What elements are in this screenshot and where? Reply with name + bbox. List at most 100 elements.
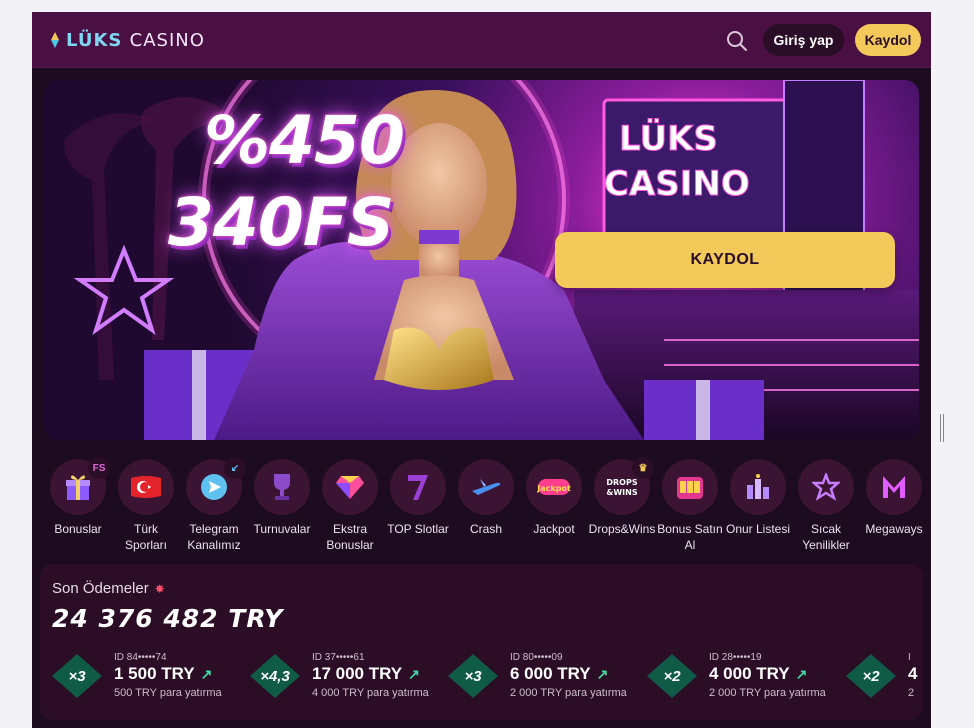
- category-icon-wrap: [662, 459, 718, 515]
- category-icon-wrap: [390, 459, 446, 515]
- payment-amount: 6 000 TRY ↗: [510, 664, 608, 684]
- payment-deposit: 4 000 TRY para yatırma: [312, 687, 429, 699]
- star-icon: [812, 473, 840, 501]
- diamond-icon: [336, 476, 364, 499]
- crown-badge-icon: ♛: [632, 457, 654, 479]
- sign-text-2: CASINO: [604, 164, 750, 204]
- live-indicator-icon: ✸: [154, 581, 165, 596]
- payments-title: Son Ödemeler ✸: [52, 580, 165, 597]
- category-jackpot[interactable]: Jackpot Jackpot: [520, 459, 588, 537]
- category-label: Bonus Satın Al: [657, 522, 723, 552]
- category-icon-wrap: Jackpot: [526, 459, 582, 515]
- login-button[interactable]: Giriş yap: [763, 24, 844, 56]
- category-onur-listesi[interactable]: Onur Listesi: [724, 459, 792, 537]
- svg-text:DROPS: DROPS: [606, 478, 637, 487]
- jackpot-icon: Jackpot: [537, 479, 571, 495]
- category-turk-sporlari[interactable]: Türk Sporları: [112, 459, 180, 553]
- arrow-up-right-icon: ↗: [408, 666, 420, 682]
- category-megaways[interactable]: Megaways: [860, 459, 928, 537]
- category-label: Turnuvalar: [253, 522, 311, 536]
- payments-title-text: Son Ödemeler: [52, 580, 149, 597]
- category-label: Megaways: [865, 522, 923, 536]
- slot-machine-icon: [677, 477, 703, 499]
- payment-item[interactable]: ×3 ID 80•••••09 6 000 TRY ↗ 2 000 TRY par…: [448, 652, 638, 700]
- category-bonus-satin-al[interactable]: Bonus Satın Al: [656, 459, 724, 553]
- megaways-icon: [883, 476, 905, 498]
- scrollbar-handle[interactable]: [940, 414, 944, 442]
- multiplier-badge: ×2: [846, 654, 896, 698]
- category-top-slotlar[interactable]: TOP Slotlar: [384, 459, 452, 537]
- logo-text-part2: CASINO: [129, 29, 205, 51]
- payment-user-id: ID 28•••••19: [709, 652, 762, 663]
- payment-deposit: 2: [908, 687, 915, 699]
- site-logo[interactable]: LÜKS CASINO: [50, 26, 205, 54]
- category-icon-wrap: [118, 459, 174, 515]
- multiplier-badge: ×3: [448, 654, 498, 698]
- category-telegram[interactable]: ↙ Telegram Kanalımız: [180, 457, 248, 553]
- category-icon-wrap: ↙: [186, 457, 246, 515]
- payment-amount: 1 500 TRY ↗: [114, 664, 212, 684]
- arrow-up-right-icon: ↗: [200, 666, 213, 682]
- telegram-icon: [201, 474, 227, 500]
- multiplier-badge: ×3: [52, 654, 102, 698]
- category-label: Onur Listesi: [725, 522, 791, 536]
- category-icon-wrap: [254, 459, 310, 515]
- promo-freespins: 340FS: [168, 184, 394, 261]
- payment-amount-value: 4 000 TRY: [709, 664, 790, 683]
- payment-amount-value: 6 000 TRY: [510, 664, 591, 683]
- payments-total: 24 376 482 TRY: [52, 604, 284, 633]
- payment-deposit: 2 000 TRY para yatırma: [510, 687, 627, 699]
- category-label: Bonuslar: [54, 522, 102, 536]
- category-label: Crash: [469, 522, 502, 536]
- category-sicak-yenilikler[interactable]: Sıcak Yenilikler: [792, 459, 860, 553]
- category-icon-wrap: [798, 459, 854, 515]
- app-frame: LÜKS CASINO Giriş yap Kaydol LÜKS CASINO…: [32, 12, 931, 728]
- category-icon-wrap: [730, 459, 786, 515]
- trophy-icon: [274, 474, 290, 500]
- svg-text:Jackpot: Jackpot: [537, 484, 571, 493]
- arrow-up-right-icon: ↗: [795, 666, 808, 682]
- category-icon-wrap: [322, 459, 378, 515]
- category-ekstra-bonuslar[interactable]: Ekstra Bonuslar: [316, 459, 384, 553]
- hero-register-button[interactable]: KAYDOL: [555, 232, 895, 288]
- category-icon-wrap: [458, 459, 514, 515]
- arrow-up-right-icon: ↗: [596, 666, 609, 682]
- category-icon-wrap: [866, 459, 922, 515]
- payment-amount-value: 17 000 TRY: [312, 664, 403, 683]
- multiplier-badge: ×2: [647, 654, 697, 698]
- multiplier-badge: ×4,3: [250, 654, 300, 698]
- payment-user-id: ID 84•••••74: [114, 652, 167, 663]
- fs-badge: FS: [88, 457, 110, 479]
- payment-amount-value: 4: [908, 664, 918, 683]
- payment-item[interactable]: ×3 ID 84•••••74 1 500 TRY ↗ 500 TRY para …: [52, 652, 242, 700]
- payment-amount: 4: [908, 664, 917, 684]
- payment-amount: 17 000 TRY ↗: [312, 664, 420, 684]
- hero-banner[interactable]: LÜKS CASINO %450 340FS KAYDOL: [44, 80, 919, 440]
- payment-item[interactable]: ×4,3 ID 37•••••61 17 000 TRY ↗ 4 000 TRY …: [250, 652, 440, 700]
- category-label: Ekstra Bonuslar: [326, 522, 374, 552]
- logo-text-part1: LÜKS: [66, 29, 123, 51]
- turkish-flag-icon: [131, 476, 161, 498]
- register-button[interactable]: Kaydol: [855, 24, 921, 56]
- top-header: LÜKS CASINO Giriş yap Kaydol: [32, 12, 931, 68]
- payment-amount-value: 1 500 TRY: [114, 664, 195, 683]
- category-bar: FS Bonuslar Türk Sporları ↙ Telegram Kan…: [44, 457, 931, 559]
- payment-amount: 4 000 TRY ↗: [709, 664, 807, 684]
- payment-deposit: 500 TRY para yatırma: [114, 687, 222, 699]
- payment-user-id: ID 37•••••61: [312, 652, 365, 663]
- recent-payments-panel: Son Ödemeler ✸ 24 376 482 TRY ×3 ID 84••…: [40, 564, 923, 720]
- category-label: Türk Sporları: [124, 522, 168, 552]
- category-icon-wrap: DROPS &WINS ♛: [594, 457, 654, 515]
- arrow-badge-icon: ↙: [224, 457, 246, 479]
- payment-item[interactable]: ×2 I 4 2: [846, 652, 923, 700]
- payment-item[interactable]: ×2 ID 28•••••19 4 000 TRY ↗ 2 000 TRY par…: [647, 652, 837, 700]
- category-crash[interactable]: Crash: [452, 459, 520, 537]
- category-drops-wins[interactable]: DROPS &WINS ♛ Drops&Wins: [588, 457, 656, 537]
- category-bonuslar[interactable]: FS Bonuslar: [44, 457, 112, 537]
- category-turnuvalar[interactable]: Turnuvalar: [248, 459, 316, 537]
- payment-deposit: 2 000 TRY para yatırma: [709, 687, 826, 699]
- category-label: Sıcak Yenilikler: [802, 522, 850, 552]
- category-label: TOP Slotlar: [387, 522, 449, 536]
- search-icon[interactable]: [726, 30, 748, 52]
- logo-diamond-icon: [50, 31, 60, 49]
